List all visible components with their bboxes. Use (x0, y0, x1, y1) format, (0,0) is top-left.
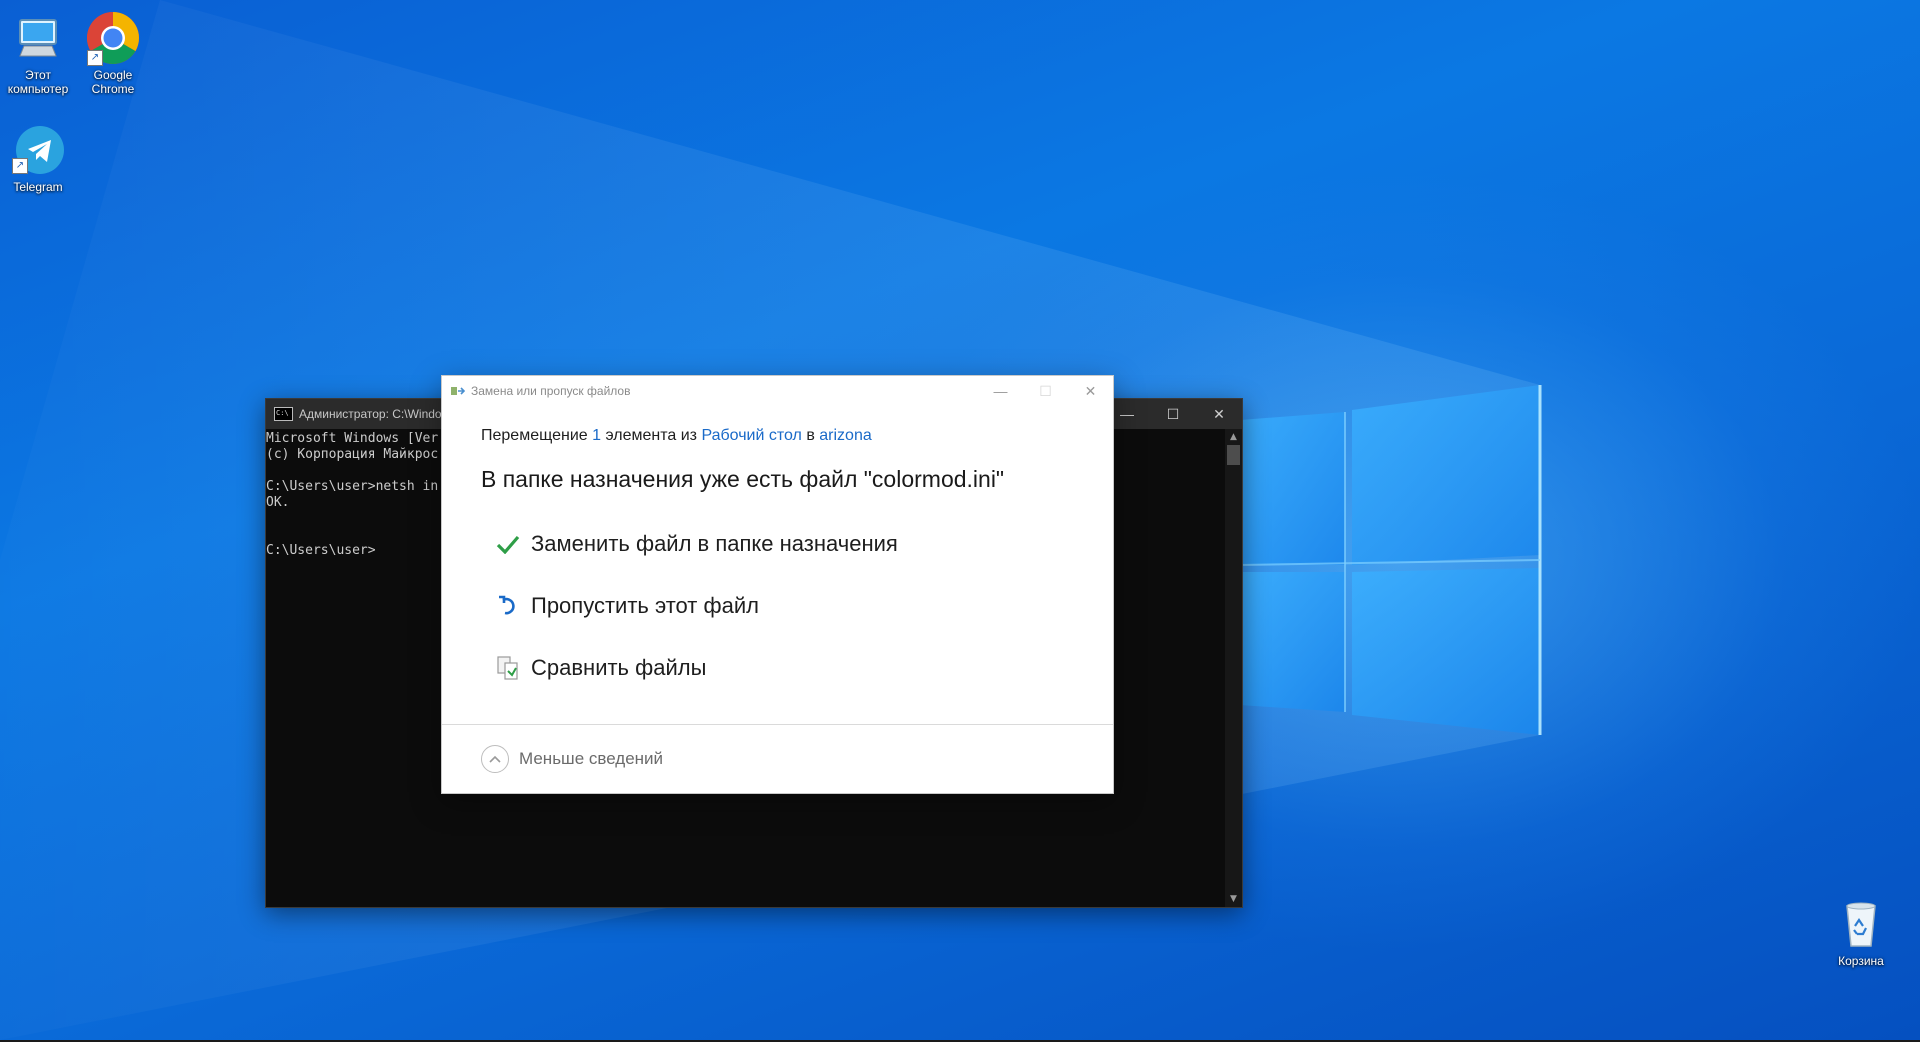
desktop-icon-telegram[interactable]: ↗ Telegram (0, 118, 76, 194)
operation-summary: Перемещение 1 элемента из Рабочий стол в… (481, 427, 872, 445)
source-folder-link[interactable]: Рабочий стол (701, 427, 801, 444)
destination-folder-link[interactable]: arizona (819, 427, 871, 444)
desktop-icon-label: Корзина (1838, 954, 1884, 968)
scroll-down-arrow-icon[interactable]: ▼ (1225, 891, 1242, 907)
dialog-footer: Меньше сведений (442, 724, 1113, 793)
item-count: 1 (592, 427, 601, 444)
compare-files-option[interactable]: Сравнить файлы (495, 655, 706, 681)
compare-files-icon (495, 655, 521, 681)
console-scrollbar[interactable]: ▲ ▼ (1225, 429, 1242, 907)
desktop-icon-label: Telegram (13, 180, 63, 194)
option-label: Пропустить этот файл (531, 593, 759, 618)
minimize-button[interactable]: — (978, 376, 1023, 406)
maximize-button: ☐ (1039, 382, 1052, 399)
this-pc-icon (10, 10, 66, 66)
file-move-icon (451, 385, 467, 397)
summary-prefix: Перемещение (481, 427, 593, 444)
replace-file-option[interactable]: Заменить файл в папке назначения (495, 531, 898, 557)
telegram-icon: ↗ (10, 122, 66, 178)
summary-connector: в (801, 427, 820, 444)
option-label: Сравнить файлы (531, 655, 707, 680)
option-label: Заменить файл в папке назначения (531, 531, 898, 556)
maximize-button[interactable]: ☐ (1150, 399, 1196, 429)
skip-file-option[interactable]: Пропустить этот файл (495, 593, 759, 619)
desktop-background: Этот компьютер ↗ Google Chrome ↗ Telegra (0, 0, 1920, 1040)
fewer-details-button[interactable]: Меньше сведений (481, 745, 663, 773)
close-button[interactable]: ✕ (1068, 376, 1113, 406)
chrome-icon: ↗ (85, 10, 141, 66)
desktop-icon-chrome[interactable]: ↗ Google Chrome (75, 6, 151, 96)
scrollbar-thumb[interactable] (1227, 445, 1240, 465)
console-title: Администратор: C:\Windo (299, 407, 442, 421)
desktop-icon-recycle-bin[interactable]: Корзина (1823, 892, 1899, 968)
checkmark-icon (495, 531, 521, 557)
desktop-icon-this-pc[interactable]: Этот компьютер (0, 6, 76, 96)
replace-or-skip-dialog[interactable]: Замена или пропуск файлов — ☐ ✕ Перемеще… (441, 375, 1114, 794)
desktop-icon-label: Google Chrome (91, 68, 135, 96)
shortcut-arrow-icon: ↗ (12, 158, 28, 174)
conflict-heading: В папке назначения уже есть файл "colorm… (481, 466, 1005, 492)
command-prompt-icon: C:\ (274, 407, 293, 421)
desktop-icon-label: Этот компьютер (7, 68, 69, 96)
dialog-title: Замена или пропуск файлов (471, 384, 631, 398)
undo-arrow-icon (495, 593, 521, 619)
chevron-up-icon (481, 745, 509, 773)
fewer-details-label: Меньше сведений (519, 749, 664, 768)
scroll-up-arrow-icon[interactable]: ▲ (1225, 429, 1242, 445)
summary-middle: элемента из (601, 427, 702, 444)
close-button[interactable]: ✕ (1196, 399, 1242, 429)
shortcut-arrow-icon: ↗ (87, 50, 103, 66)
dialog-titlebar[interactable]: Замена или пропуск файлов — ☐ ✕ (442, 376, 1113, 406)
recycle-bin-icon (1833, 896, 1889, 952)
